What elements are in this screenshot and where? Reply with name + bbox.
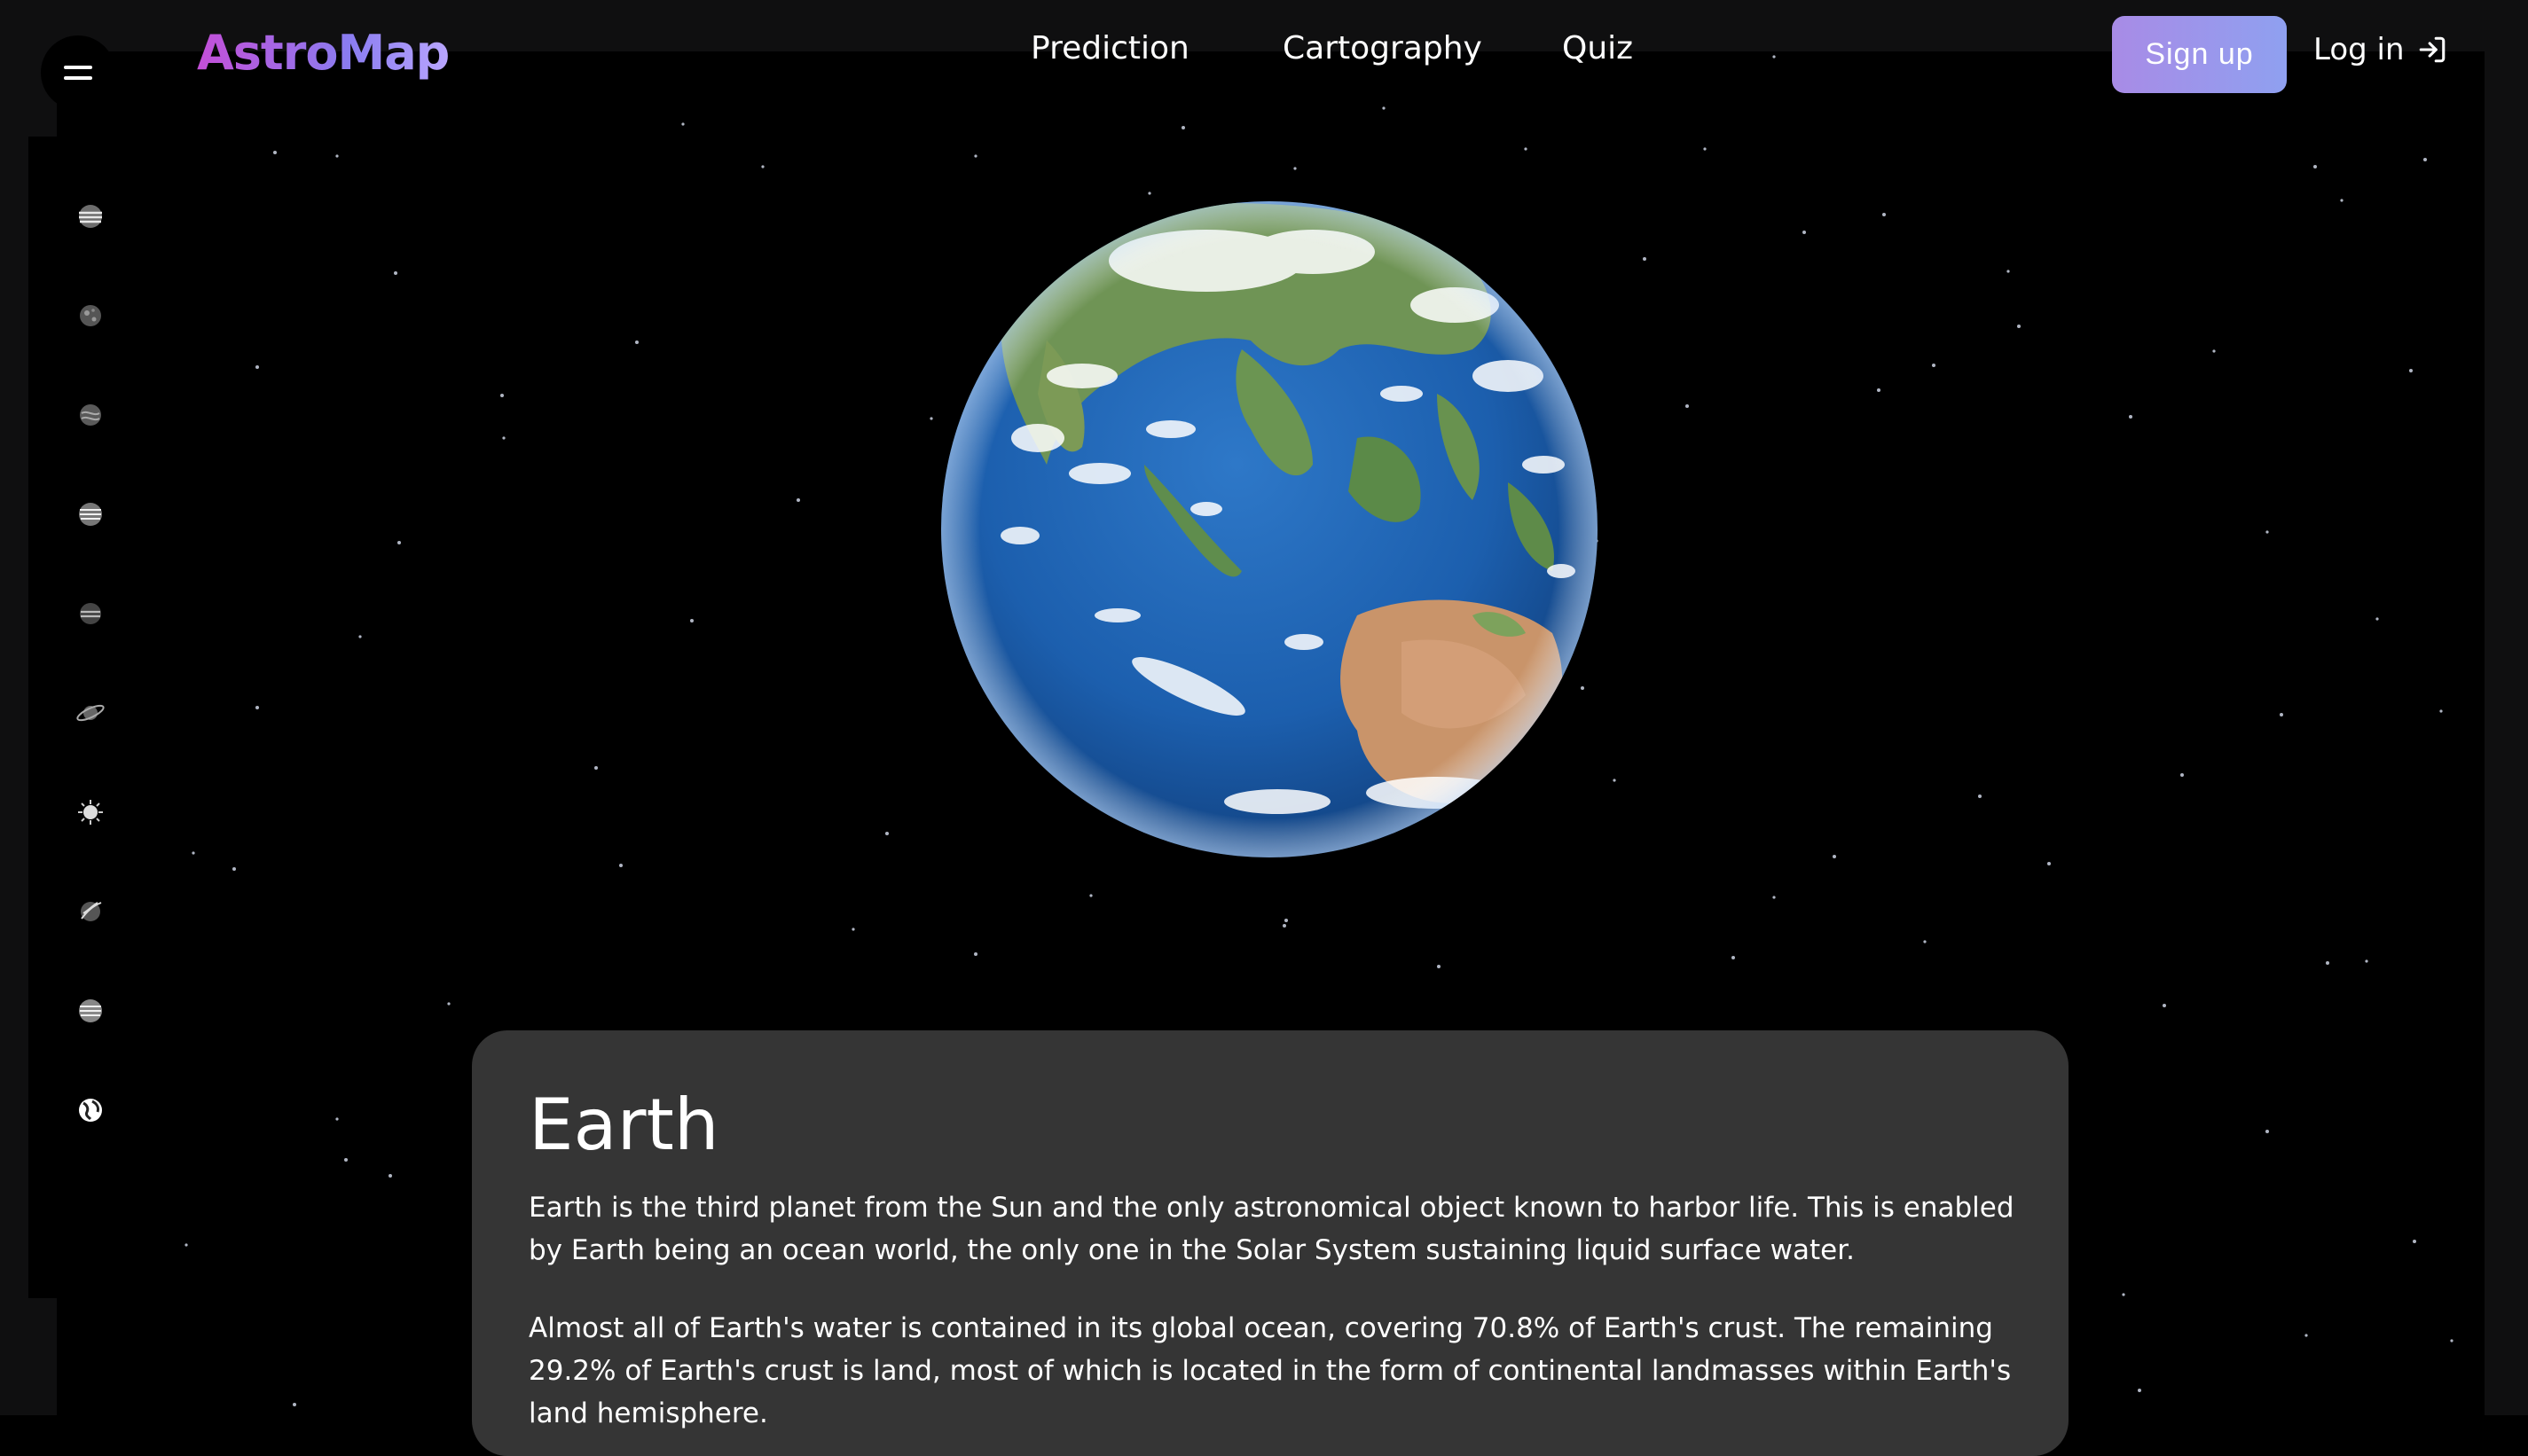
nav-quiz[interactable]: Quiz bbox=[1562, 30, 1633, 67]
nav-cartography[interactable]: Cartography bbox=[1283, 30, 1482, 67]
signup-button[interactable]: Sign up bbox=[2112, 16, 2287, 93]
planet-sidebar bbox=[28, 137, 117, 1298]
earth-globe-image bbox=[941, 201, 1598, 857]
planet-description-2: Almost all of Earth's water is contained… bbox=[529, 1312, 2012, 1429]
mars-icon[interactable] bbox=[73, 894, 108, 929]
mercury-icon[interactable] bbox=[73, 298, 108, 333]
login-button[interactable]: Log in bbox=[2313, 32, 2447, 67]
earth-globe[interactable] bbox=[940, 199, 1598, 860]
planet-info-card: Earth Earth is the third planet from the… bbox=[472, 1030, 2069, 1456]
sun-icon[interactable] bbox=[73, 795, 108, 830]
saturn-icon[interactable] bbox=[73, 695, 108, 731]
earth-icon[interactable] bbox=[73, 1092, 108, 1128]
planet-title: Earth bbox=[529, 1084, 719, 1166]
neptune-icon[interactable] bbox=[73, 497, 108, 532]
login-label: Log in bbox=[2313, 32, 2405, 67]
venus-icon[interactable] bbox=[73, 397, 108, 433]
nav-prediction[interactable]: Prediction bbox=[1031, 30, 1189, 67]
moon-icon[interactable] bbox=[73, 993, 108, 1029]
log-in-icon bbox=[2419, 36, 2445, 63]
jupiter-icon[interactable] bbox=[73, 199, 108, 234]
planet-description-1: Earth is the third planet from the Sun a… bbox=[529, 1192, 2014, 1266]
uranus-icon[interactable] bbox=[73, 596, 108, 631]
